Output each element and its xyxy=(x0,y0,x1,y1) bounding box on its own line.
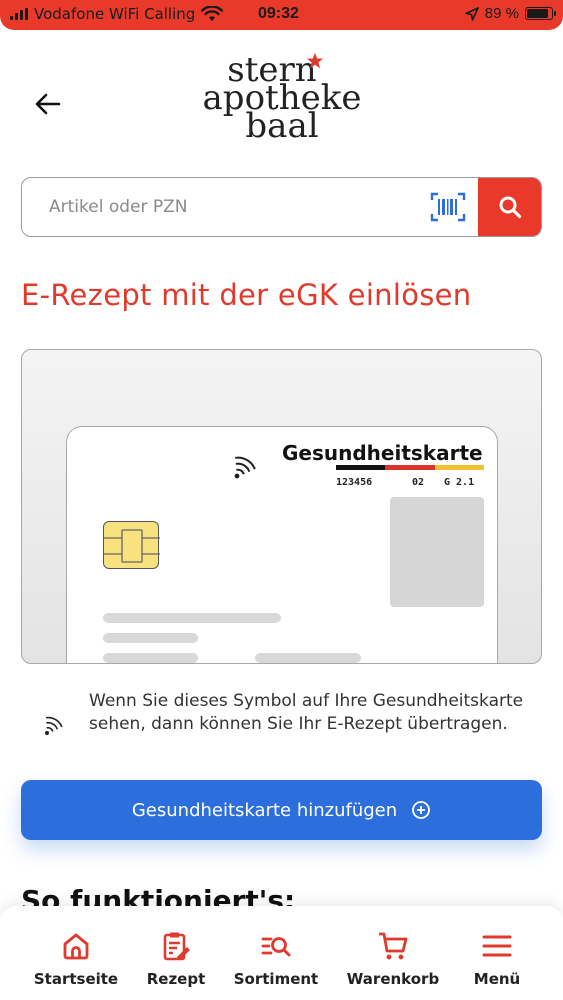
pharmacy-logo[interactable]: stern apotheke baal xyxy=(192,52,372,148)
flag-stripe xyxy=(336,465,484,470)
contactless-icon xyxy=(45,716,63,735)
plus-circle-icon xyxy=(412,801,431,819)
text-line-placeholder xyxy=(103,613,281,623)
prescription-icon xyxy=(163,932,190,961)
carrier-name: Vodafone WiFi Calling xyxy=(34,5,196,23)
text-line-placeholder xyxy=(255,653,361,663)
search-bar xyxy=(21,177,542,237)
nav-item-warenkorb[interactable]: Warenkorb xyxy=(343,906,443,1000)
nav-item-startseite[interactable]: Startseite xyxy=(31,906,121,1000)
back-button[interactable] xyxy=(30,86,66,122)
status-left: Vodafone WiFi Calling xyxy=(10,5,224,23)
location-arrow-icon xyxy=(464,6,479,21)
card-field-2: 02 xyxy=(412,477,425,488)
card-number: 123456 xyxy=(336,477,373,488)
nav-label: Rezept xyxy=(146,970,206,988)
signal-icon xyxy=(10,8,28,20)
status-bar: Vodafone WiFi Calling 09:32 89 % xyxy=(0,0,563,30)
page-title: E-Rezept mit der eGK einlösen xyxy=(21,278,472,312)
card-heading: Gesundheitskarte xyxy=(282,441,483,465)
nav-label: Menü xyxy=(473,970,521,988)
nav-item-sortiment[interactable]: Sortiment xyxy=(226,906,326,1000)
photo-placeholder xyxy=(390,497,484,607)
star-icon xyxy=(306,52,324,69)
search-button[interactable] xyxy=(478,178,541,236)
cart-icon xyxy=(379,932,408,960)
bottom-navigation: Startseite Rezept Sortiment Warenkorb Me… xyxy=(0,906,563,1000)
nav-label: Sortiment xyxy=(233,970,319,988)
chip-icon xyxy=(103,521,160,569)
status-right: 89 % xyxy=(464,5,556,22)
card-illustration: Gesundheitskarte 123456 02 G 2.1 xyxy=(21,349,542,664)
card-numbers: 123456 02 G 2.1 xyxy=(336,477,484,488)
home-icon xyxy=(63,933,89,960)
battery-percent: 89 % xyxy=(484,5,519,22)
barcode-scan-icon xyxy=(430,192,466,222)
status-time: 09:32 xyxy=(258,5,299,22)
nav-item-rezept[interactable]: Rezept xyxy=(136,906,216,1000)
barcode-scan-button[interactable] xyxy=(418,178,478,236)
battery-icon xyxy=(525,7,556,20)
add-health-card-label: Gesundheitskarte hinzufügen xyxy=(131,799,398,821)
search-icon xyxy=(499,196,521,219)
text-line-placeholder xyxy=(103,653,198,663)
search-input[interactable] xyxy=(22,178,418,236)
add-health-card-button[interactable]: Gesundheitskarte hinzufügen xyxy=(21,780,542,840)
card-field-3: G 2.1 xyxy=(444,477,475,488)
arrow-left-icon xyxy=(35,93,61,115)
nav-item-menu[interactable]: Menü xyxy=(462,906,532,1000)
wifi-icon xyxy=(201,6,224,21)
contactless-icon xyxy=(234,456,256,479)
text-line-placeholder xyxy=(103,633,198,643)
battery-level xyxy=(527,9,549,18)
nav-label: Startseite xyxy=(33,970,119,988)
info-text: Wenn Sie dieses Symbol auf Ihre Gesundhe… xyxy=(89,691,524,734)
menu-icon xyxy=(482,935,512,957)
assortment-search-icon xyxy=(261,937,291,957)
health-card-image: Gesundheitskarte 123456 02 G 2.1 xyxy=(66,426,498,663)
nav-label: Warenkorb xyxy=(346,970,440,988)
